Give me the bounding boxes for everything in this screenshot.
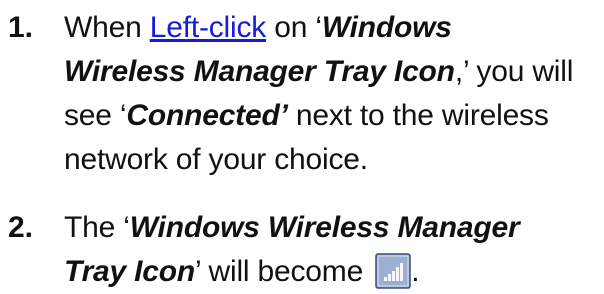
emphasis-text: Connected’ (126, 99, 288, 132)
step-line: network of your choice. (64, 138, 604, 182)
text-segment: on ‘ (266, 11, 322, 44)
step-text: The ‘Windows Wireless Manager Tray Icon’… (64, 206, 604, 294)
text-segment: When (64, 11, 150, 44)
step-number: 2. (8, 211, 34, 244)
emphasis-text: Windows (321, 11, 452, 44)
step-line: Wireless Manager Tray Icon,’ you will (64, 50, 604, 94)
emphasis-text: Tray Icon (64, 255, 196, 288)
wireless-signal-icon (375, 253, 411, 289)
step-text: When Left-click on ‘Windows Wireless Man… (64, 6, 604, 182)
step-line: see ‘Connected’ next to the wireless (64, 94, 604, 138)
step-line: When Left-click on ‘Windows (64, 6, 604, 50)
text-segment: . (411, 255, 420, 288)
text-segment: ’ will become (195, 255, 372, 288)
text-segment: The ‘ (64, 211, 130, 244)
left-click-link[interactable]: Left-click (150, 11, 267, 44)
text-segment: ,’ you will (454, 55, 574, 88)
text-segment: see ‘ (64, 99, 127, 132)
emphasis-text: Wireless Manager Tray Icon (64, 55, 455, 88)
text-segment: next to the wireless (287, 99, 549, 132)
text-segment: network of your choice. (64, 143, 368, 176)
step-number: 1. (8, 11, 34, 44)
step-line: Tray Icon’ will become . (64, 250, 604, 294)
emphasis-text: Windows Wireless Manager (129, 211, 520, 244)
step-line: The ‘Windows Wireless Manager (64, 206, 604, 250)
